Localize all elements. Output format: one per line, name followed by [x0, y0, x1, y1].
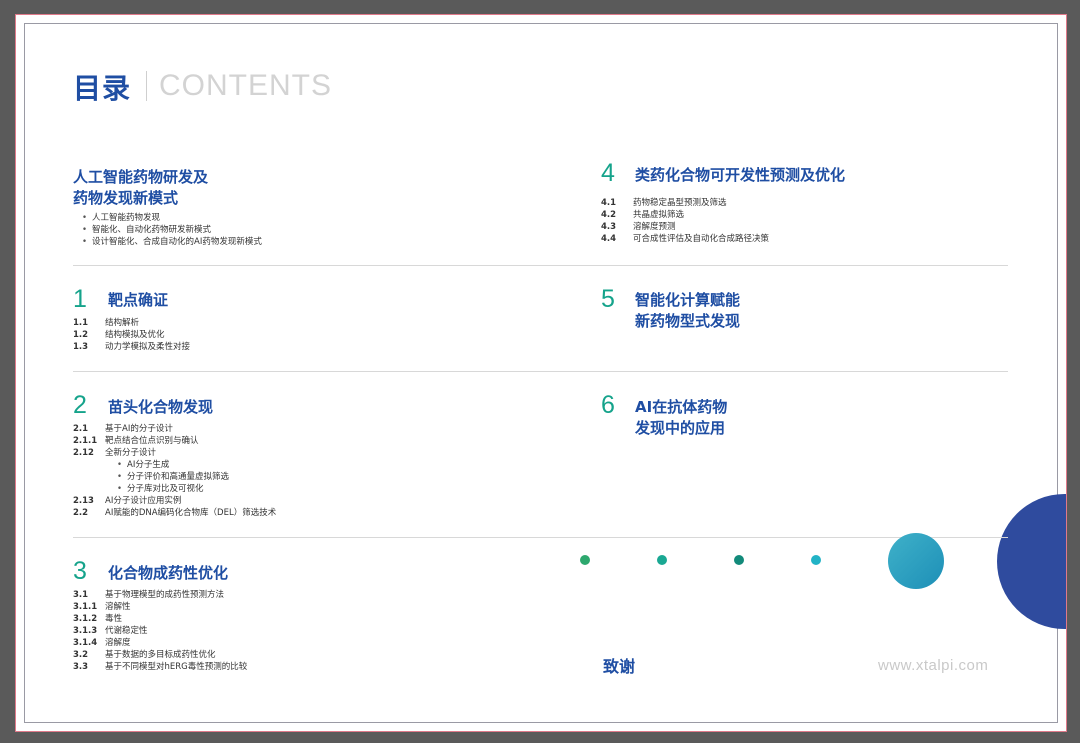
intro-title: 人工智能药物研发及 药物发现新模式: [73, 168, 209, 207]
list-item: 3.1.2 毒性: [73, 614, 123, 624]
section-4-list: 4.1 药物稳定晶型预测及筛选 4.2 共晶虚拟筛选 4.3 溶解度预测 4.4 可合成…: [601, 197, 769, 245]
list-item: 分子评价和高通量虚拟筛选: [73, 471, 276, 483]
section-number: 2: [73, 391, 87, 419]
list-item: 3.1.1 溶解性: [73, 602, 131, 612]
list-item: 2.1.1 靶点结合位点识别与确认: [73, 436, 199, 446]
list-item: AI分子生成: [73, 459, 276, 471]
page-title-en: CONTENTS: [159, 69, 332, 102]
list-item: 智能化、自动化药物研发新模式: [76, 224, 262, 236]
list-item: 2.2 AI赋能的DNA编码化合物库（DEL）筛选技术: [73, 508, 277, 518]
section-divider: [73, 265, 1008, 266]
section-number: 3: [73, 557, 87, 585]
decor-dot: [811, 555, 821, 565]
section-number: 5: [601, 285, 615, 313]
list-item: 4.2 共晶虚拟筛选: [601, 210, 685, 220]
page-title: 目录: [73, 72, 132, 105]
contents-page: 目录 CONTENTS 人工智能药物研发及 药物发现新模式 人工智能药物发现 智…: [15, 14, 1067, 732]
title-divider: [146, 71, 147, 101]
list-item: 2.13 AI分子设计应用实例: [73, 496, 182, 506]
decor-dot: [734, 555, 744, 565]
section-divider: [73, 537, 1008, 538]
list-item: 4.4 可合成性评估及自动化合成路径决策: [601, 234, 770, 244]
list-item: 1.1 结构解析: [73, 318, 140, 328]
section-3-list: 3.1 基于物理模型的成药性预测方法 3.1.1 溶解性 3.1.2 毒性 3.1.3…: [73, 589, 247, 673]
list-item: 3.3 基于不同模型对hERG毒性预测的比较: [73, 662, 248, 672]
list-item: 3.1 基于物理模型的成药性预测方法: [73, 590, 225, 600]
section-number: 4: [601, 159, 615, 187]
list-item: 3.1.4 溶解度: [73, 638, 131, 648]
list-item: 人工智能药物发现: [76, 212, 262, 224]
section-1-list: 1.1 结构解析 1.2 结构模拟及优化 1.3 动力学模拟及柔性对接: [73, 317, 190, 353]
decor-dot: [580, 555, 590, 565]
section-title: 苗头化合物发现: [108, 398, 214, 416]
list-item: 2.1 基于AI的分子设计: [73, 424, 173, 434]
section-title: 智能化计算赋能 新药物型式发现: [635, 291, 741, 330]
section-number: 6: [601, 391, 615, 419]
section-2-list: 2.1 基于AI的分子设计 2.1.1 靶点结合位点识别与确认 2.12 全新分子设计…: [73, 423, 276, 519]
decor-circle: [888, 533, 944, 589]
list-item: 2.12 全新分子设计: [73, 448, 157, 458]
section-title: 类药化合物可开发性预测及优化: [635, 166, 846, 184]
section-title: AI在抗体药物 发现中的应用: [635, 398, 728, 437]
section-title: 靶点确证: [108, 291, 169, 309]
intro-list: 人工智能药物发现 智能化、自动化药物研发新模式 设计智能化、合成自动化的AI药物…: [76, 212, 262, 248]
list-item: 1.2 结构模拟及优化: [73, 330, 165, 340]
list-item: 分子库对比及可视化: [73, 483, 276, 495]
section-divider: [73, 371, 1008, 372]
list-item: 设计智能化、合成自动化的AI药物发现新模式: [76, 236, 262, 248]
section-number: 1: [73, 285, 87, 313]
acknowledgements-title: 致谢: [603, 657, 636, 676]
list-item: 4.1 药物稳定晶型预测及筛选: [601, 198, 727, 208]
list-item: 1.3 动力学模拟及柔性对接: [73, 342, 191, 352]
list-item: 3.1.3 代谢稳定性: [73, 626, 148, 636]
decor-dot: [657, 555, 667, 565]
list-item: 4.3 溶解度预测: [601, 222, 676, 232]
list-item: 3.2 基于数据的多目标成药性优化: [73, 650, 216, 660]
section-title: 化合物成药性优化: [108, 564, 229, 582]
website-url: www.xtalpi.com: [878, 657, 989, 674]
section-divider: [944, 537, 1008, 538]
